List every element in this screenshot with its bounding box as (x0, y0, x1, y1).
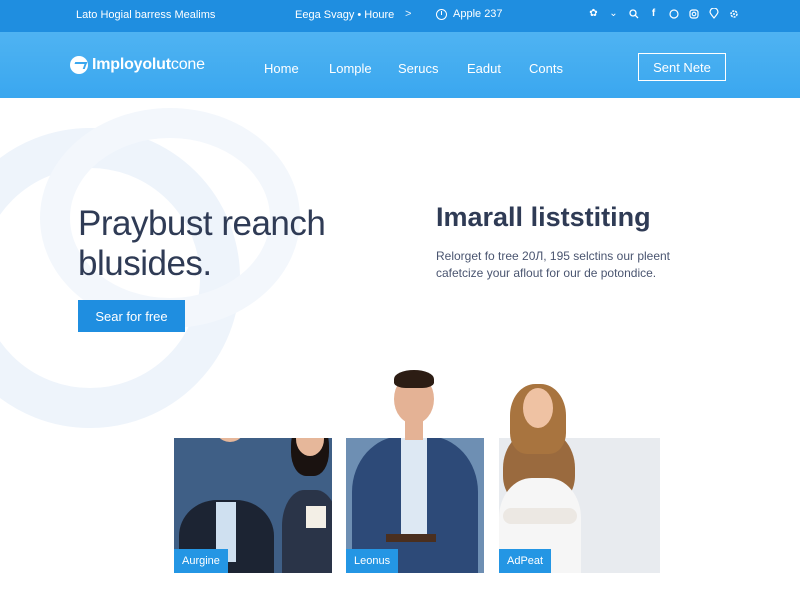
team-card-3-label: AdPeat (499, 549, 552, 573)
nav-link-home[interactable]: Home (264, 61, 299, 76)
chevron-down-icon[interactable]: ⌄ (608, 8, 619, 19)
team-card-1-label: Aurgine (174, 549, 228, 573)
person-2-neck (405, 420, 423, 440)
location-pin-icon[interactable] (708, 8, 719, 19)
site-logo[interactable]: Imployolutcone (70, 56, 205, 74)
nav-link-4[interactable]: Eadut (467, 61, 501, 76)
clock-icon (436, 8, 447, 20)
nav-link-3[interactable]: Serucs (398, 61, 438, 76)
whatsapp-icon[interactable] (668, 8, 679, 19)
logo-icon (70, 56, 88, 74)
hero-section: Praybust reanch blusides. Sear for free … (0, 98, 800, 600)
social-icons: ✿ ⌄ f (588, 8, 739, 19)
team-card-1[interactable]: Aurgine (174, 438, 332, 573)
main-navbar: Imployolutcone Home Lomple Serucs Eadut … (0, 32, 800, 98)
topbar-date: Apple 237 (436, 8, 503, 20)
side-description: Relorget fo tree 20Л, 195 selctins our p… (436, 249, 671, 280)
settings-icon[interactable] (728, 8, 739, 19)
nav-link-2[interactable]: Lomple (329, 61, 372, 76)
flower-icon[interactable]: ✿ (588, 8, 599, 19)
team-card-2-label: Leonus (346, 549, 399, 573)
nav-cta-button[interactable]: Sent Nete (638, 53, 726, 81)
topbar-arrow: > (405, 8, 412, 20)
search-icon[interactable] (628, 8, 639, 19)
facebook-icon[interactable]: f (648, 8, 659, 19)
topbar-tagline: Lato Hogial barress Mealims (76, 9, 216, 21)
side-title: Imarall liststiting (436, 202, 651, 232)
nav-link-5[interactable]: Conts (529, 61, 563, 76)
team-card-2[interactable]: Leonus (346, 438, 484, 573)
topbar-hours-link[interactable]: Eega Svagy • Houre (295, 9, 394, 21)
team-card-3[interactable]: AdPeat (499, 438, 660, 573)
person-3-head (523, 388, 553, 428)
person-2-hair (394, 370, 434, 388)
instagram-icon[interactable] (688, 8, 699, 19)
logo-text: Imployolutcone (92, 56, 205, 73)
topbar-date-text: Apple 237 (453, 8, 503, 20)
start-free-button[interactable]: Sear for free (78, 300, 185, 332)
hero-title: Praybust reanch blusides. (78, 204, 326, 283)
top-utility-bar: Lato Hogial barress Mealims Eega Svagy •… (0, 0, 800, 32)
